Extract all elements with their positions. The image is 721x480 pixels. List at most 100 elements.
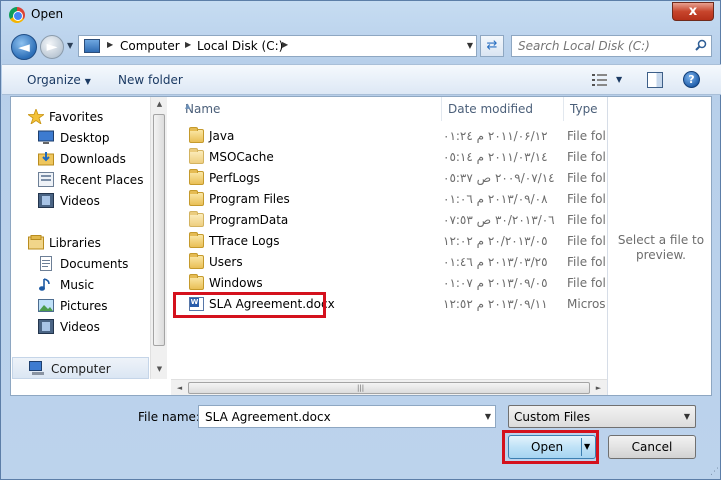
column-header-label: Type: [570, 102, 598, 116]
nav-libraries-label: Libraries: [49, 236, 101, 250]
nav-item-label: Recent Places: [60, 173, 144, 187]
cancel-button[interactable]: Cancel: [608, 435, 696, 459]
file-name: TTrace Logs: [209, 234, 280, 248]
music-icon: [39, 278, 50, 291]
nav-item-pictures[interactable]: Pictures: [11, 296, 151, 316]
preview-pane-toggle[interactable]: [647, 72, 663, 88]
organize-label: Organize: [27, 73, 81, 87]
nav-libraries[interactable]: Libraries: [11, 233, 151, 253]
file-name: Program Files: [209, 192, 290, 206]
nav-item-videos-library[interactable]: Videos: [11, 317, 151, 337]
nav-item-videos[interactable]: Videos: [11, 191, 151, 211]
nav-item-label: Pictures: [60, 299, 108, 313]
view-options-dropdown-icon[interactable]: ▼: [616, 75, 622, 84]
videos-icon: [38, 319, 54, 334]
refresh-button[interactable]: ⇄: [480, 35, 504, 57]
nav-item-documents[interactable]: Documents: [11, 254, 151, 274]
new-folder-button[interactable]: New folder: [118, 73, 183, 87]
file-date: ۲۰۱۳/۰۹/۱۱ م ۱۲:٥۲: [443, 297, 548, 311]
file-name-value[interactable]: SLA Agreement.docx: [205, 410, 331, 424]
file-row-programdata[interactable]: ProgramData ۲۰۱۳/۰٦/۳۰ ص ۰۷:٥۳ File fol: [179, 210, 606, 231]
file-type: File fol: [567, 150, 606, 164]
breadcrumb-separator-icon[interactable]: ▶: [107, 40, 113, 49]
back-button[interactable]: ◄: [11, 34, 37, 60]
organize-menu[interactable]: Organize ▼: [27, 73, 91, 87]
file-name-field[interactable]: SLA Agreement.docx ▼: [198, 405, 496, 428]
file-type-filter[interactable]: Custom Files ▼: [508, 405, 696, 428]
resize-grip-icon[interactable]: ⋰: [710, 467, 719, 477]
search-box[interactable]: [511, 35, 712, 57]
nav-item-desktop[interactable]: Desktop: [11, 128, 151, 148]
downloads-icon: [38, 152, 54, 166]
folder-icon: [189, 211, 204, 227]
file-row-msocache[interactable]: MSOCache ۲۰۱۱/۰۳/۱٤ م ۰٥:۱٤ File fol: [179, 147, 606, 168]
file-row-windows[interactable]: Windows ۲۰۱۳/۰۹/۰٥ م ۰۱:۰۷ File fol: [179, 273, 606, 294]
file-type: File fol: [567, 255, 606, 269]
nav-favorites[interactable]: Favorites: [11, 107, 151, 127]
horizontal-scrollbar[interactable]: ◄ ||| ►: [171, 379, 607, 395]
nav-favorites-label: Favorites: [49, 110, 104, 124]
file-type: File fol: [567, 276, 606, 290]
scrollbar-thumb[interactable]: [153, 114, 165, 346]
breadcrumb-separator-icon[interactable]: ▶: [282, 40, 288, 49]
column-header-type[interactable]: Type: [564, 97, 606, 121]
documents-icon: [40, 256, 52, 271]
file-type: File fol: [567, 171, 606, 185]
scroll-down-icon[interactable]: ▼: [151, 365, 168, 373]
sort-ascending-icon: ▲: [185, 102, 191, 110]
file-row-program-files[interactable]: Program Files ۲۰۱۳/۰۹/۰۸ م ۰۱:۰٦ File fo…: [179, 189, 606, 210]
address-bar[interactable]: ▶ Computer ▶ Local Disk (C:) ▶ ▼: [78, 35, 477, 57]
window-title: Open: [31, 7, 64, 21]
close-button[interactable]: x: [672, 2, 714, 21]
help-icon[interactable]: ?: [683, 71, 700, 88]
search-input[interactable]: [512, 36, 690, 56]
change-view-icon[interactable]: [592, 73, 608, 87]
open-button[interactable]: Open ▼: [508, 435, 596, 459]
breadcrumb-local-disk[interactable]: Local Disk (C:): [197, 39, 283, 53]
breadcrumb-separator-icon[interactable]: ▶: [185, 40, 191, 49]
file-type: Micros: [567, 297, 606, 311]
file-name-label: File name:: [138, 410, 200, 424]
file-date: ۲۰۱۱/۰۶/۱۲ م ۰۱:۲٤: [443, 129, 548, 143]
recent-pages-dropdown-icon[interactable]: ▼: [67, 41, 73, 50]
file-date: ۲۰۱۱/۰۳/۱٤ م ۰٥:۱٤: [443, 150, 548, 164]
chevron-down-icon[interactable]: ▼: [485, 412, 491, 421]
open-button-label: Open: [531, 440, 564, 454]
file-name: Java: [209, 129, 235, 143]
nav-item-label: Downloads: [60, 152, 126, 166]
file-row-java[interactable]: Java ۲۰۱۱/۰۶/۱۲ م ۰۱:۲٤ File fol: [179, 126, 606, 147]
computer-icon: [29, 361, 44, 375]
file-row-perflogs[interactable]: PerfLogs ۲۰۰۹/۰۷/۱٤ ص ۰٥:۳۷ File fol: [179, 168, 606, 189]
file-list: Name ▲ Date modified Type Java ۲۰۱۱/۰۶/۱…: [171, 97, 606, 395]
search-icon[interactable]: [695, 39, 707, 51]
scroll-up-icon[interactable]: ▲: [151, 100, 168, 108]
breadcrumb-computer[interactable]: Computer: [120, 39, 180, 53]
scroll-left-icon[interactable]: ◄: [171, 384, 188, 392]
file-type: File fol: [567, 129, 606, 143]
file-name: MSOCache: [209, 150, 274, 164]
nav-item-label: Videos: [60, 194, 100, 208]
file-row-ttrace-logs[interactable]: TTrace Logs ۲۰۱۳/۰٥/۲۰ م ۱۲:۰۲ File fol: [179, 231, 606, 252]
nav-item-downloads[interactable]: Downloads: [11, 149, 151, 169]
file-row-users[interactable]: Users ۲۰۱۳/۰۳/۲٥ م ۰۱:٤٦ File fol: [179, 252, 606, 273]
file-date: ۲۰۱۳/۰٦/۳۰ ص ۰۷:٥۳: [443, 213, 555, 227]
forward-button[interactable]: ►: [40, 35, 64, 59]
command-bar: Organize ▼ New folder ▼ ?: [2, 64, 721, 95]
split-divider: [581, 438, 582, 456]
open-options-dropdown-icon[interactable]: ▼: [584, 442, 590, 451]
navigation-pane: Favorites Desktop Downloads Recent Place…: [11, 97, 161, 379]
column-header-date[interactable]: Date modified: [442, 97, 564, 121]
file-date: ۲۰۰۹/۰۷/۱٤ ص ۰٥:۳۷: [443, 171, 555, 185]
navigation-scrollbar[interactable]: ▲ ▼: [150, 97, 167, 379]
nav-item-music[interactable]: Music: [11, 275, 151, 295]
nav-item-recent-places[interactable]: Recent Places: [11, 170, 151, 190]
star-icon: [28, 109, 44, 124]
nav-computer[interactable]: Computer: [12, 357, 149, 379]
scroll-right-icon[interactable]: ►: [590, 384, 607, 392]
scrollbar-thumb[interactable]: |||: [188, 382, 590, 394]
column-header-name[interactable]: Name ▲: [179, 97, 442, 121]
file-type: File fol: [567, 234, 606, 248]
computer-location-icon: [84, 39, 100, 53]
chevron-down-icon[interactable]: ▼: [684, 412, 690, 421]
address-dropdown-icon[interactable]: ▼: [467, 41, 473, 50]
